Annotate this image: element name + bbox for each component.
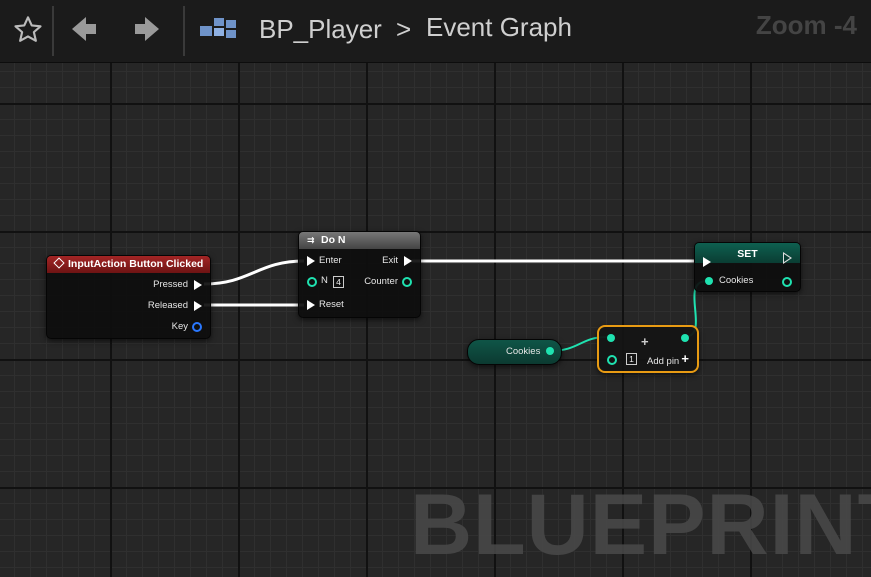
- int-pin-counter[interactable]: [402, 277, 412, 287]
- pin-label-n: N: [321, 275, 328, 286]
- toolbar-divider: [52, 6, 54, 56]
- node-title: InputAction Button Clicked: [68, 258, 204, 270]
- exec-pin-set-in[interactable]: [703, 257, 711, 267]
- exec-pin-pressed[interactable]: [194, 280, 202, 290]
- struct-pin-key[interactable]: [192, 322, 202, 332]
- event-diamond-icon: [53, 257, 65, 269]
- exec-pin-exit[interactable]: [404, 256, 412, 266]
- exec-wire-pressed-to-enter: [203, 259, 305, 286]
- add-operator: +: [641, 334, 649, 349]
- macro-icon: ⇉: [307, 235, 315, 245]
- arrow-right-icon[interactable]: [133, 13, 161, 50]
- add-pin-label[interactable]: Add pin: [647, 356, 679, 367]
- getter-label: Cookies: [506, 346, 541, 357]
- int-pin-cookies-out[interactable]: [546, 347, 554, 355]
- pin-label-released: Released: [147, 300, 188, 311]
- exec-pin-enter[interactable]: [307, 256, 315, 266]
- int-pin-b[interactable]: [607, 355, 617, 365]
- int-pin-result[interactable]: [681, 334, 689, 342]
- toolbar-divider: [183, 6, 185, 56]
- int-pin-a[interactable]: [607, 334, 615, 342]
- pin-label-exit: Exit: [382, 255, 398, 266]
- toolbar: BP_Player > Event Graph Zoom -4: [0, 0, 871, 63]
- node-title: SET: [737, 248, 758, 260]
- star-icon[interactable]: [12, 14, 44, 51]
- cookies-variable-getter[interactable]: Cookies: [467, 339, 562, 365]
- zoom-level: Zoom -4: [755, 10, 857, 40]
- blueprint-graph-icon: [200, 16, 238, 49]
- add-node[interactable]: + 1 Add pin +: [597, 325, 699, 373]
- int-pin-cookies-out[interactable]: [782, 277, 792, 287]
- pin-label-key: Key: [171, 321, 188, 332]
- breadcrumb-graph[interactable]: Event Graph: [426, 12, 572, 43]
- pin-label-cookies: Cookies: [719, 275, 754, 286]
- pin-label-counter: Counter: [364, 276, 398, 287]
- exec-pin-set-out[interactable]: [783, 252, 792, 264]
- arrow-left-icon[interactable]: [70, 13, 98, 50]
- pin-label-reset: Reset: [319, 299, 344, 310]
- int-pin-n[interactable]: [307, 277, 317, 287]
- int-pin-cookies-in[interactable]: [705, 277, 713, 285]
- input-action-node[interactable]: InputAction Button Clicked Pressed Relea…: [46, 255, 211, 339]
- exec-pin-reset[interactable]: [307, 300, 315, 310]
- set-node[interactable]: SET Cookies: [694, 242, 801, 292]
- breadcrumb-blueprint[interactable]: BP_Player: [259, 14, 382, 45]
- node-title: Do N: [321, 234, 346, 246]
- blueprint-watermark: BLUEPRINT: [410, 477, 871, 573]
- pin-label-pressed: Pressed: [153, 279, 188, 290]
- pin-label-enter: Enter: [319, 255, 342, 266]
- do-n-node[interactable]: ⇉ Do N Enter N 4 Reset Exit Counter: [298, 231, 421, 318]
- add-pin-icon[interactable]: +: [681, 351, 689, 366]
- node-header: ⇉ Do N: [299, 232, 420, 249]
- n-value-input[interactable]: 4: [333, 276, 344, 288]
- exec-pin-released[interactable]: [194, 301, 202, 311]
- breadcrumb-separator: >: [396, 14, 412, 44]
- b-value-input[interactable]: 1: [626, 353, 637, 365]
- node-header: InputAction Button Clicked: [47, 256, 210, 273]
